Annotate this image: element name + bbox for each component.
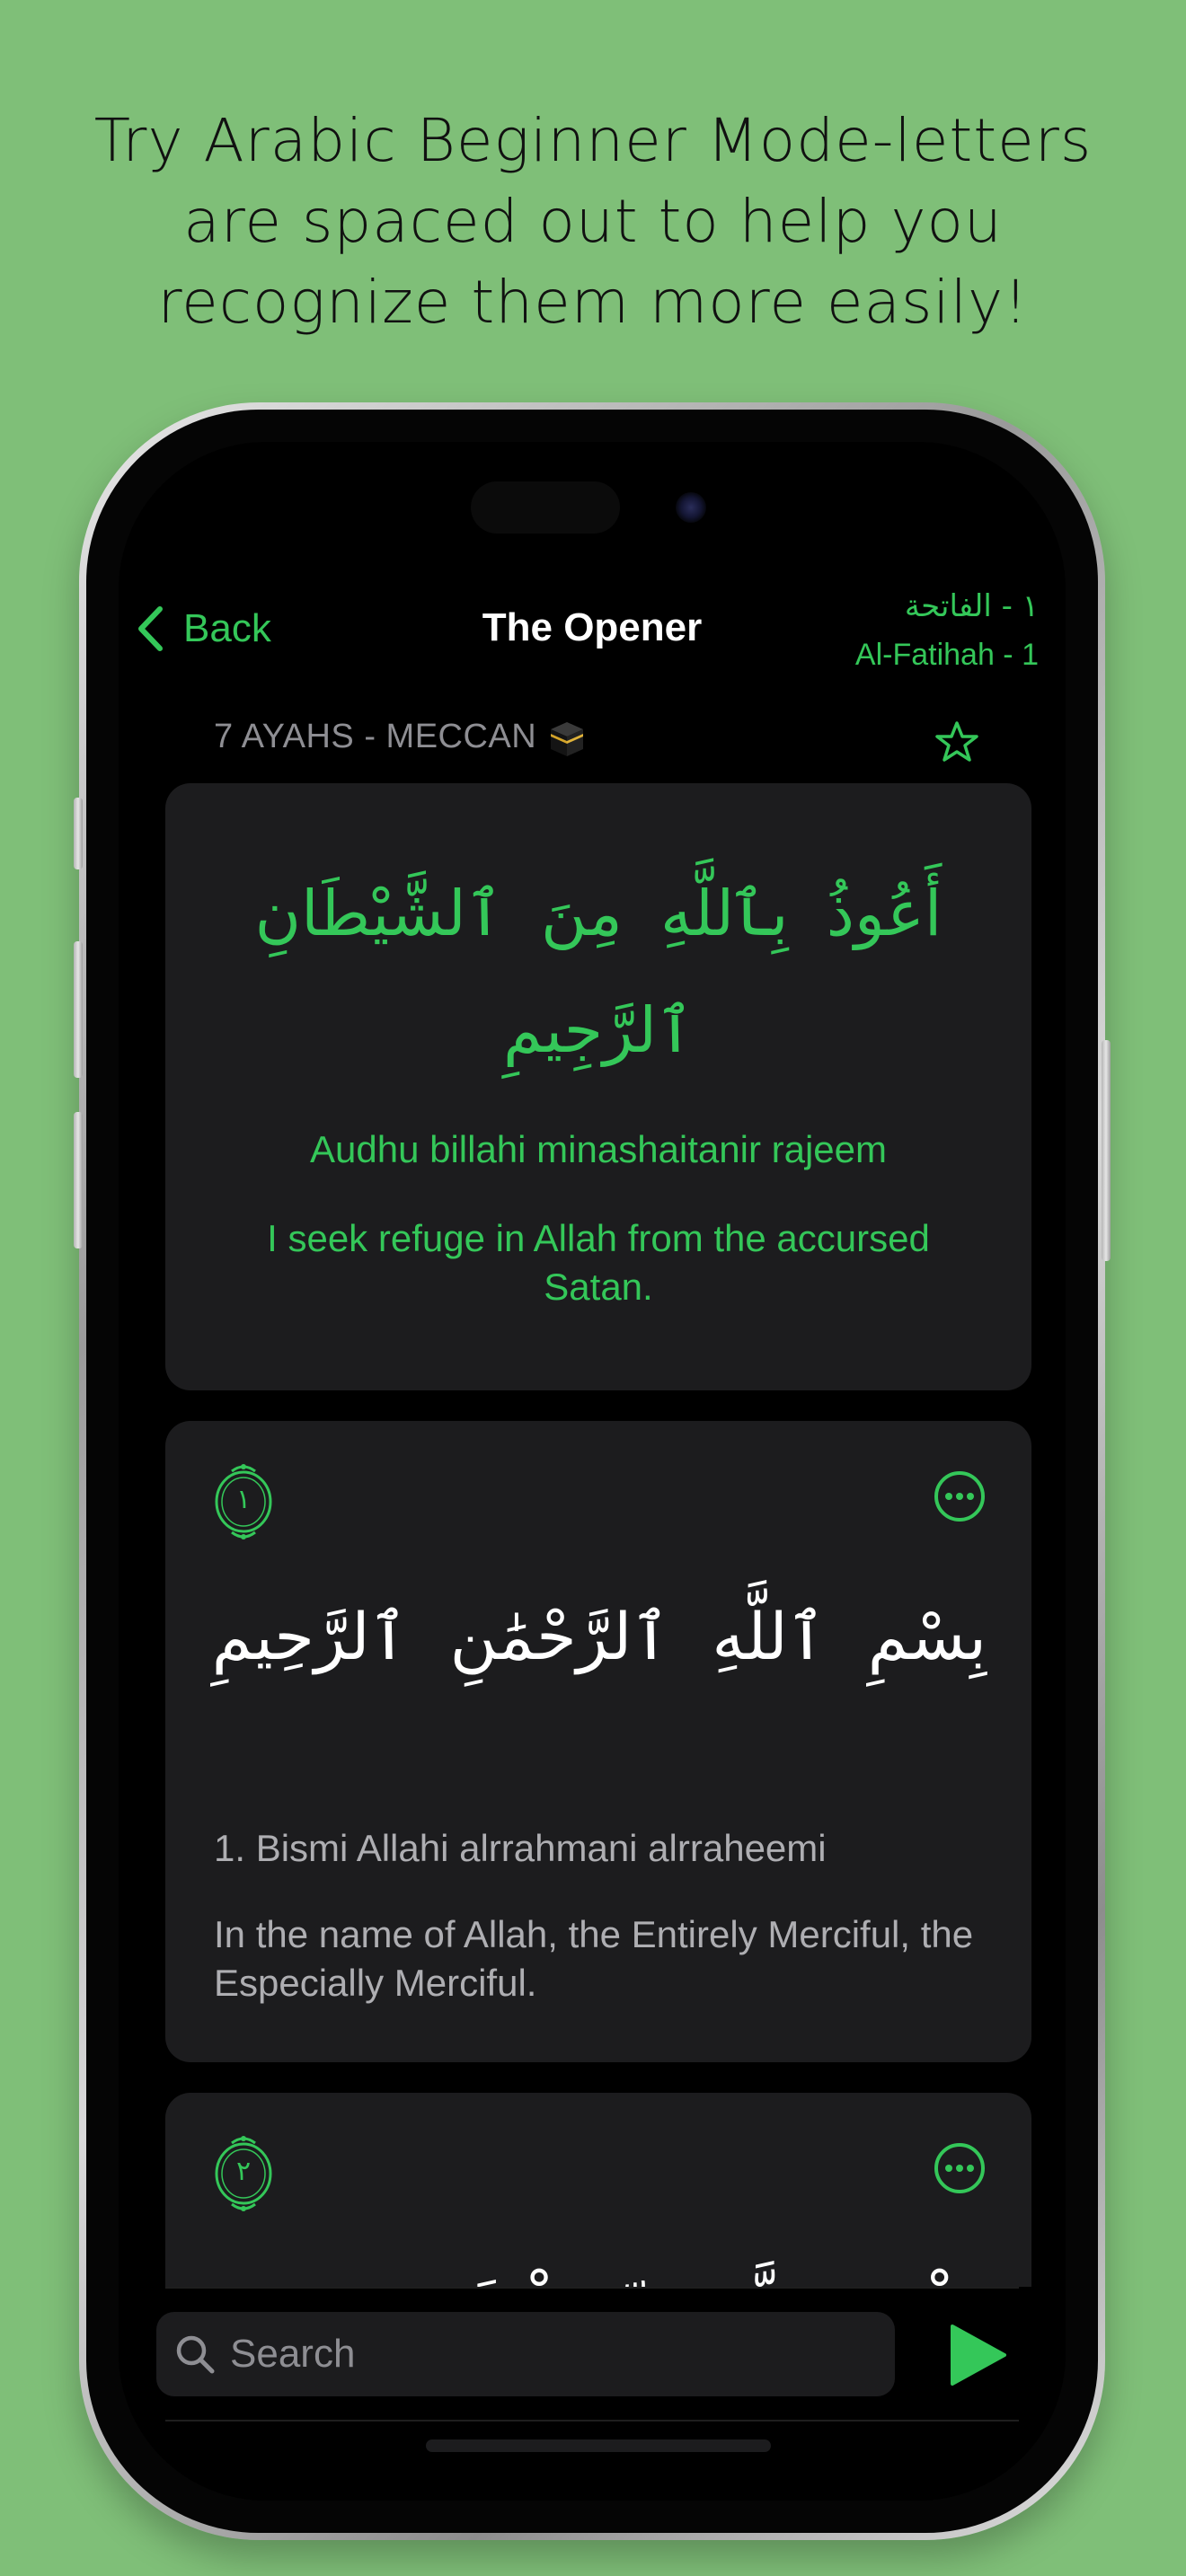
divider bbox=[165, 2287, 1019, 2289]
phone-frame: Back The Opener ١ - الفاتحة Al-Fatihah -… bbox=[74, 402, 1111, 2540]
kaaba-icon bbox=[551, 722, 584, 756]
search-field[interactable]: Search bbox=[156, 2312, 895, 2396]
back-label: Back bbox=[183, 606, 271, 650]
page-title: The Opener bbox=[482, 605, 703, 649]
ayah-number-badge: ١ bbox=[212, 1462, 275, 1541]
ayah-transliteration: 1. Bismi Allahi alrrahmani alrraheemi bbox=[214, 1827, 827, 1869]
phone-bezel: Back The Opener ١ - الفاتحة Al-Fatihah -… bbox=[86, 410, 1098, 2533]
ayah-number: ١ bbox=[235, 1485, 252, 1514]
camera-lens bbox=[676, 492, 706, 523]
search-placeholder: Search bbox=[230, 2332, 356, 2376]
ayah-number: ٢ bbox=[235, 2157, 252, 2186]
bottom-toolbar: Search bbox=[119, 2287, 1066, 2501]
surah-name-block: ١ - الفاتحة Al-Fatihah - 1 bbox=[855, 582, 1039, 679]
ayah-arabic-text: بِسْمِ ٱللَّهِ ٱلرَّحْمَٰنِ ٱلرَّحِيمِ bbox=[211, 1599, 987, 1674]
dynamic-island bbox=[471, 481, 620, 534]
divider bbox=[165, 2420, 1019, 2422]
play-icon[interactable] bbox=[949, 2323, 1008, 2387]
surah-name-arabic: ١ - الفاتحة bbox=[904, 588, 1039, 624]
volume-down-button bbox=[74, 1112, 83, 1248]
ayah-number-badge: ٢ bbox=[212, 2134, 275, 2213]
chevron-left-icon bbox=[138, 606, 163, 651]
back-button[interactable]: Back bbox=[137, 602, 271, 656]
search-icon bbox=[176, 2335, 215, 2374]
power-button bbox=[1102, 1040, 1111, 1261]
more-options-icon[interactable] bbox=[933, 1469, 987, 1523]
more-options-icon[interactable] bbox=[933, 2141, 987, 2195]
ayah-translation: In the name of Allah, the Entirely Merci… bbox=[214, 1913, 974, 2004]
home-indicator bbox=[426, 2439, 771, 2452]
preface-card: أَعُوذُ بِٱللَّهِ مِنَ ٱلشَّيْطَانِ ٱلرَ… bbox=[165, 783, 1031, 1390]
screen: Back The Opener ١ - الفاتحة Al-Fatihah -… bbox=[119, 442, 1066, 2501]
action-button bbox=[74, 798, 83, 869]
surah-meta: 7 AYAHS - MECCAN bbox=[214, 717, 587, 756]
volume-up-button bbox=[74, 941, 83, 1078]
preface-translation: I seek refuge in Allah from the accursed… bbox=[267, 1217, 930, 1308]
preface-arabic-text: أَعُوذُ بِٱللَّهِ مِنَ ٱلشَّيْطَانِ ٱلرَ… bbox=[254, 877, 943, 1067]
preface-transliteration: Audhu billahi minashaitanir rajeem bbox=[309, 1128, 888, 1170]
surah-info-label: 7 AYAHS - MECCAN bbox=[214, 717, 537, 755]
surah-name-latin: Al-Fatihah - 1 bbox=[854, 638, 1039, 672]
promo-headline: Try Arabic Beginner Mode-letters are spa… bbox=[93, 106, 1093, 337]
ayah-card: ١ بِسْمِ ٱللَّهِ ٱلرَّحْمَٰنِ ٱلرَّحِيمِ… bbox=[165, 1421, 1031, 2062]
favorite-star-icon[interactable] bbox=[934, 720, 979, 763]
